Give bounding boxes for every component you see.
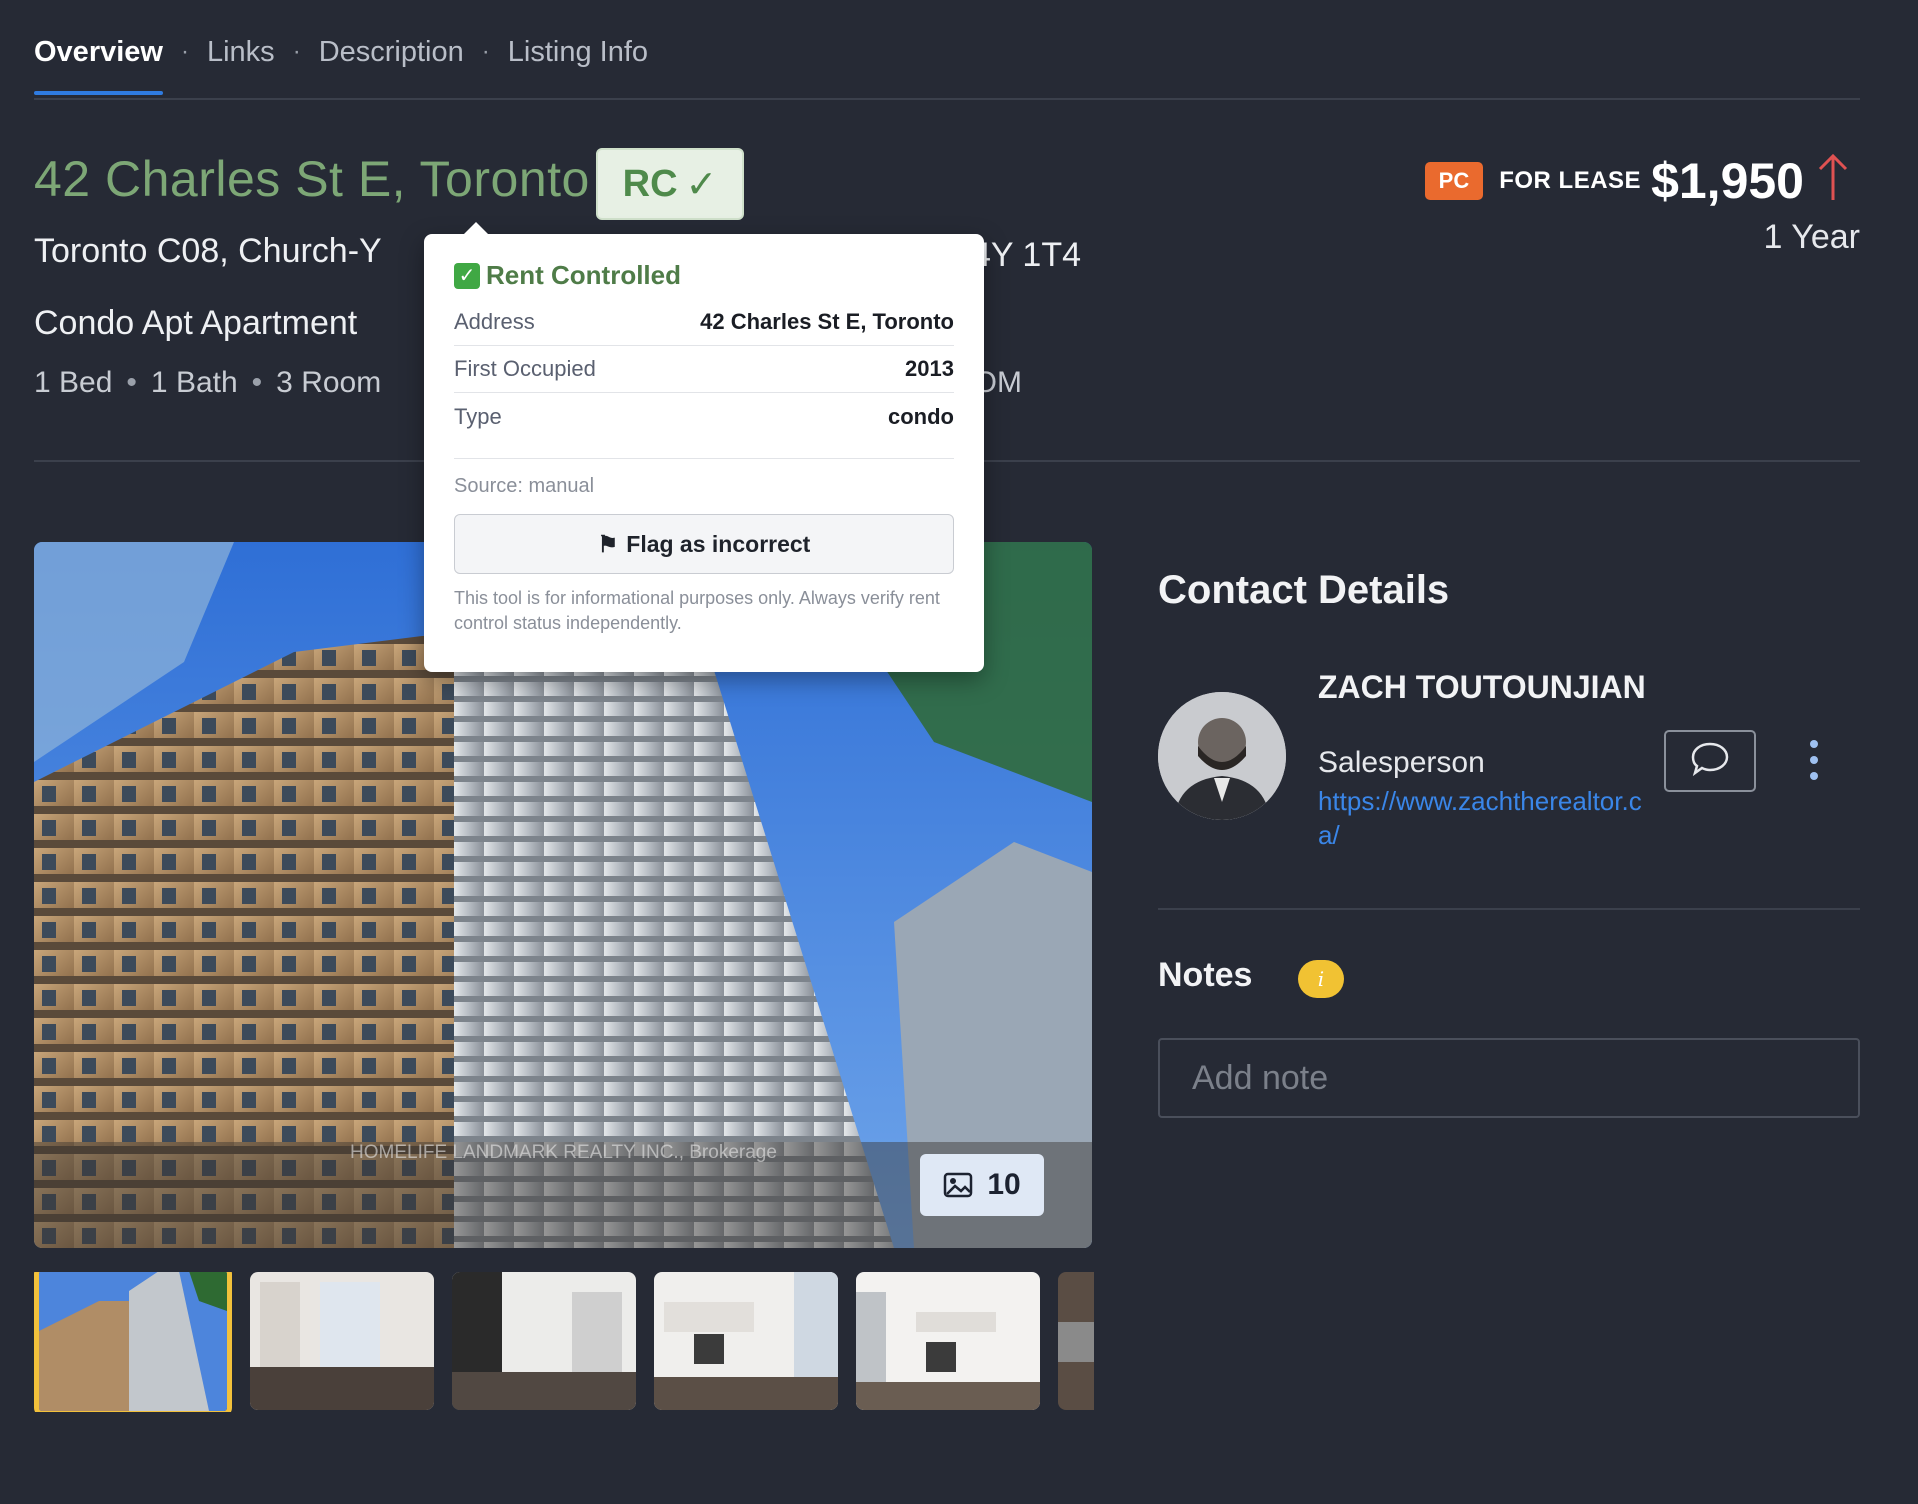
agent-photo	[1158, 692, 1286, 820]
contact-divider	[1158, 908, 1860, 910]
flag-incorrect-button[interactable]: ⚑ Flag as incorrect	[454, 514, 954, 574]
price-change-badge[interactable]: PC	[1424, 162, 1484, 200]
green-check-icon: ✓	[454, 262, 480, 289]
detail-value: 2013	[905, 356, 954, 381]
beds-count: 1 Bed	[34, 366, 113, 399]
thumbnail-strip	[34, 1272, 1094, 1412]
price-up-arrow-icon	[1816, 152, 1850, 210]
postal-code-partial: 4Y 1T4	[972, 236, 1082, 274]
flag-icon: ⚑	[597, 530, 619, 557]
detail-row-type: Type condo	[454, 393, 954, 440]
info-icon[interactable]: i	[1298, 960, 1344, 998]
tab-separator: ·	[292, 38, 301, 65]
thumbnail-image	[654, 1272, 838, 1410]
listing-stats: 1 Bed • 1 Bath • 3 Room	[34, 366, 381, 400]
image-gallery-icon	[943, 1172, 973, 1198]
rooms-count: 3 Room	[276, 366, 382, 399]
contact-details-heading: Contact Details	[1158, 568, 1450, 612]
photo-watermark: HOMELIFE LANDMARK REALTY INC., Brokerage	[350, 1142, 777, 1163]
rent-controlled-badge[interactable]: RC ✓	[596, 148, 744, 220]
bullet-separator: •	[251, 366, 263, 399]
detail-key: Address	[454, 309, 535, 334]
tab-overview[interactable]: Overview	[34, 36, 163, 95]
detail-key: Type	[454, 403, 502, 429]
notes-heading: Notes	[1158, 956, 1253, 994]
thumbnail-6[interactable]	[1058, 1272, 1094, 1410]
area-line: Toronto C08, Church-Y	[34, 232, 382, 270]
lease-term: 1 Year	[1763, 218, 1860, 256]
popover-title: ✓ Rent Controlled	[454, 260, 954, 291]
detail-row-first-occupied: First Occupied 2013	[454, 346, 954, 393]
tab-separator: ·	[180, 38, 189, 65]
thumbnail-1[interactable]	[34, 1272, 232, 1412]
thumbnail-image	[39, 1272, 227, 1411]
detail-value: 42 Charles St E, Toronto	[700, 309, 954, 334]
agent-avatar	[1158, 692, 1286, 820]
photo-count-button[interactable]: 10	[920, 1154, 1044, 1216]
popover-details: Address 42 Charles St E, Toronto First O…	[454, 299, 954, 440]
listing-price: $1,950	[1651, 153, 1804, 209]
check-icon: ✓	[685, 163, 718, 206]
thumbnail-image	[856, 1272, 1040, 1410]
disclaimer-text: This tool is for informational purposes …	[454, 588, 940, 633]
thumbnail-2[interactable]	[250, 1272, 434, 1410]
thumbnail-4[interactable]	[654, 1272, 838, 1410]
tab-separator: ·	[481, 38, 490, 65]
message-agent-button[interactable]	[1664, 730, 1756, 792]
more-options-icon[interactable]	[1804, 740, 1824, 780]
listing-address-title: 42 Charles St E, Toronto	[34, 151, 590, 207]
property-type-line: Condo Apt Apartment	[34, 304, 358, 342]
agent-name: ZACH TOUTOUNJIAN	[1318, 669, 1646, 705]
thumbnail-image	[250, 1272, 434, 1410]
popover-title-text: Rent Controlled	[486, 260, 681, 290]
detail-value: condo	[888, 403, 954, 429]
thumbnail-image	[1058, 1272, 1094, 1410]
agent-website-link[interactable]: https://www.zachtherealtor.ca/	[1318, 784, 1658, 852]
tab-links[interactable]: Links	[207, 36, 275, 77]
agent-role: Salesperson	[1318, 746, 1485, 779]
tab-description[interactable]: Description	[319, 36, 464, 77]
bullet-separator: •	[126, 366, 137, 399]
add-note-input[interactable]	[1158, 1038, 1860, 1118]
data-source-label: Source: manual	[454, 458, 954, 498]
rc-badge-label: RC	[622, 162, 678, 205]
chat-bubble-icon	[1690, 741, 1730, 782]
detail-row-address: Address 42 Charles St E, Toronto	[454, 299, 954, 346]
detail-key: First Occupied	[454, 356, 596, 381]
lease-label: FOR LEASE	[1499, 167, 1642, 194]
thumbnail-5[interactable]	[856, 1272, 1040, 1410]
price-block: PC FOR LEASE $1,950	[1424, 152, 1850, 210]
thumbnail-image	[452, 1272, 636, 1410]
thumbnail-3[interactable]	[452, 1272, 636, 1410]
tab-listing-info[interactable]: Listing Info	[508, 36, 648, 77]
flag-button-label: Flag as incorrect	[626, 530, 811, 557]
tab-divider	[34, 98, 1860, 100]
tab-bar: Overview · Links · Description · Listing…	[34, 34, 648, 95]
photo-count-value: 10	[987, 1168, 1021, 1201]
rent-control-popover: ✓ Rent Controlled Address 42 Charles St …	[424, 222, 984, 672]
baths-count: 1 Bath	[150, 366, 238, 399]
